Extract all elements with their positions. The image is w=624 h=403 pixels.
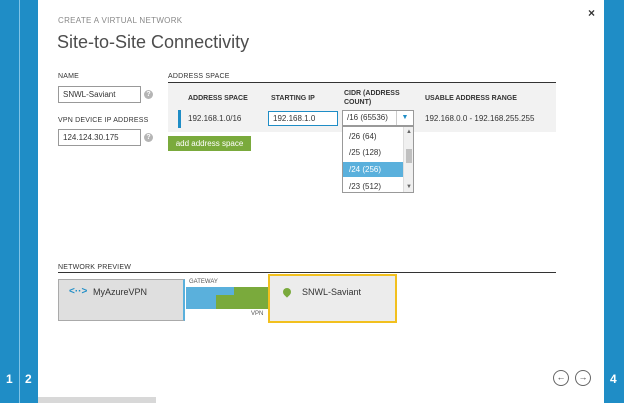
- scroll-down-icon[interactable]: ▼: [405, 183, 413, 191]
- column-header-starting-ip: STARTING IP: [271, 95, 315, 102]
- name-label: NAME: [58, 73, 80, 80]
- step-1[interactable]: 1: [6, 372, 13, 386]
- vpn-label: VPN: [251, 311, 264, 317]
- cidr-option[interactable]: /25 (128): [343, 145, 403, 160]
- virtual-network-icon: <··>: [69, 286, 88, 297]
- gateway-label: GATEWAY: [189, 279, 218, 285]
- gateway-connection-graphic: [186, 287, 268, 309]
- rail-divider: [19, 0, 20, 403]
- azure-network-card: <··> MyAzureVPN: [58, 279, 185, 321]
- cidr-option[interactable]: /23 (512): [343, 179, 403, 192]
- name-input[interactable]: SNWL-Saviant: [58, 86, 141, 103]
- wizard-subtitle: CREATE A VIRTUAL NETWORK: [58, 16, 183, 25]
- vpn-ip-label: VPN DEVICE IP ADDRESS: [58, 117, 149, 124]
- network-preview-divider: [58, 272, 556, 273]
- step-4[interactable]: 4: [610, 372, 617, 386]
- cidr-option-selected[interactable]: /24 (256): [343, 162, 403, 177]
- row-selection-marker: [178, 110, 181, 128]
- location-pin-icon: [281, 286, 293, 298]
- chevron-down-icon[interactable]: ▼: [396, 111, 413, 125]
- vpn-ip-input[interactable]: 124.124.30.175: [58, 129, 141, 146]
- page-title: Site-to-Site Connectivity: [57, 32, 250, 52]
- address-space-cell: 192.168.1.0/16: [188, 114, 242, 123]
- add-address-space-button[interactable]: add address space: [168, 136, 251, 151]
- column-header-cidr-line1: CIDR (ADDRESS: [344, 90, 400, 97]
- wizard-steps-right: 4: [604, 0, 624, 403]
- usable-range-cell: 192.168.0.0 - 192.168.255.255: [425, 114, 535, 123]
- column-header-address-space: ADDRESS SPACE: [188, 95, 248, 102]
- back-arrow-icon[interactable]: ←: [553, 370, 569, 386]
- scroll-thumb[interactable]: [406, 149, 412, 163]
- wizard-steps-left: 1 2: [0, 0, 38, 403]
- scroll-up-icon[interactable]: ▲: [405, 128, 413, 136]
- bottom-scrollbar[interactable]: [38, 397, 156, 403]
- address-space-section-label: ADDRESS SPACE: [168, 73, 230, 80]
- starting-ip-input[interactable]: 192.168.1.0: [268, 111, 338, 126]
- azure-network-name: MyAzureVPN: [93, 287, 148, 297]
- column-header-usable-range: USABLE ADDRESS RANGE: [425, 95, 517, 102]
- local-network-card: SNWL-Saviant: [268, 274, 397, 323]
- next-arrow-icon[interactable]: →: [575, 370, 591, 386]
- local-network-name: SNWL-Saviant: [302, 287, 362, 297]
- cidr-option[interactable]: /26 (64): [343, 129, 403, 144]
- column-header-cidr-line2: COUNT): [344, 99, 372, 106]
- name-help-icon[interactable]: ?: [144, 90, 153, 99]
- cidr-dropdown-list: /26 (64) /25 (128) /24 (256) /23 (512) ▲…: [342, 126, 414, 193]
- close-icon[interactable]: ×: [588, 6, 595, 20]
- vpn-ip-help-icon[interactable]: ?: [144, 133, 153, 142]
- cidr-scrollbar[interactable]: ▲ ▼: [403, 127, 413, 192]
- step-2[interactable]: 2: [25, 372, 32, 386]
- network-preview-label: NETWORK PREVIEW: [58, 264, 132, 271]
